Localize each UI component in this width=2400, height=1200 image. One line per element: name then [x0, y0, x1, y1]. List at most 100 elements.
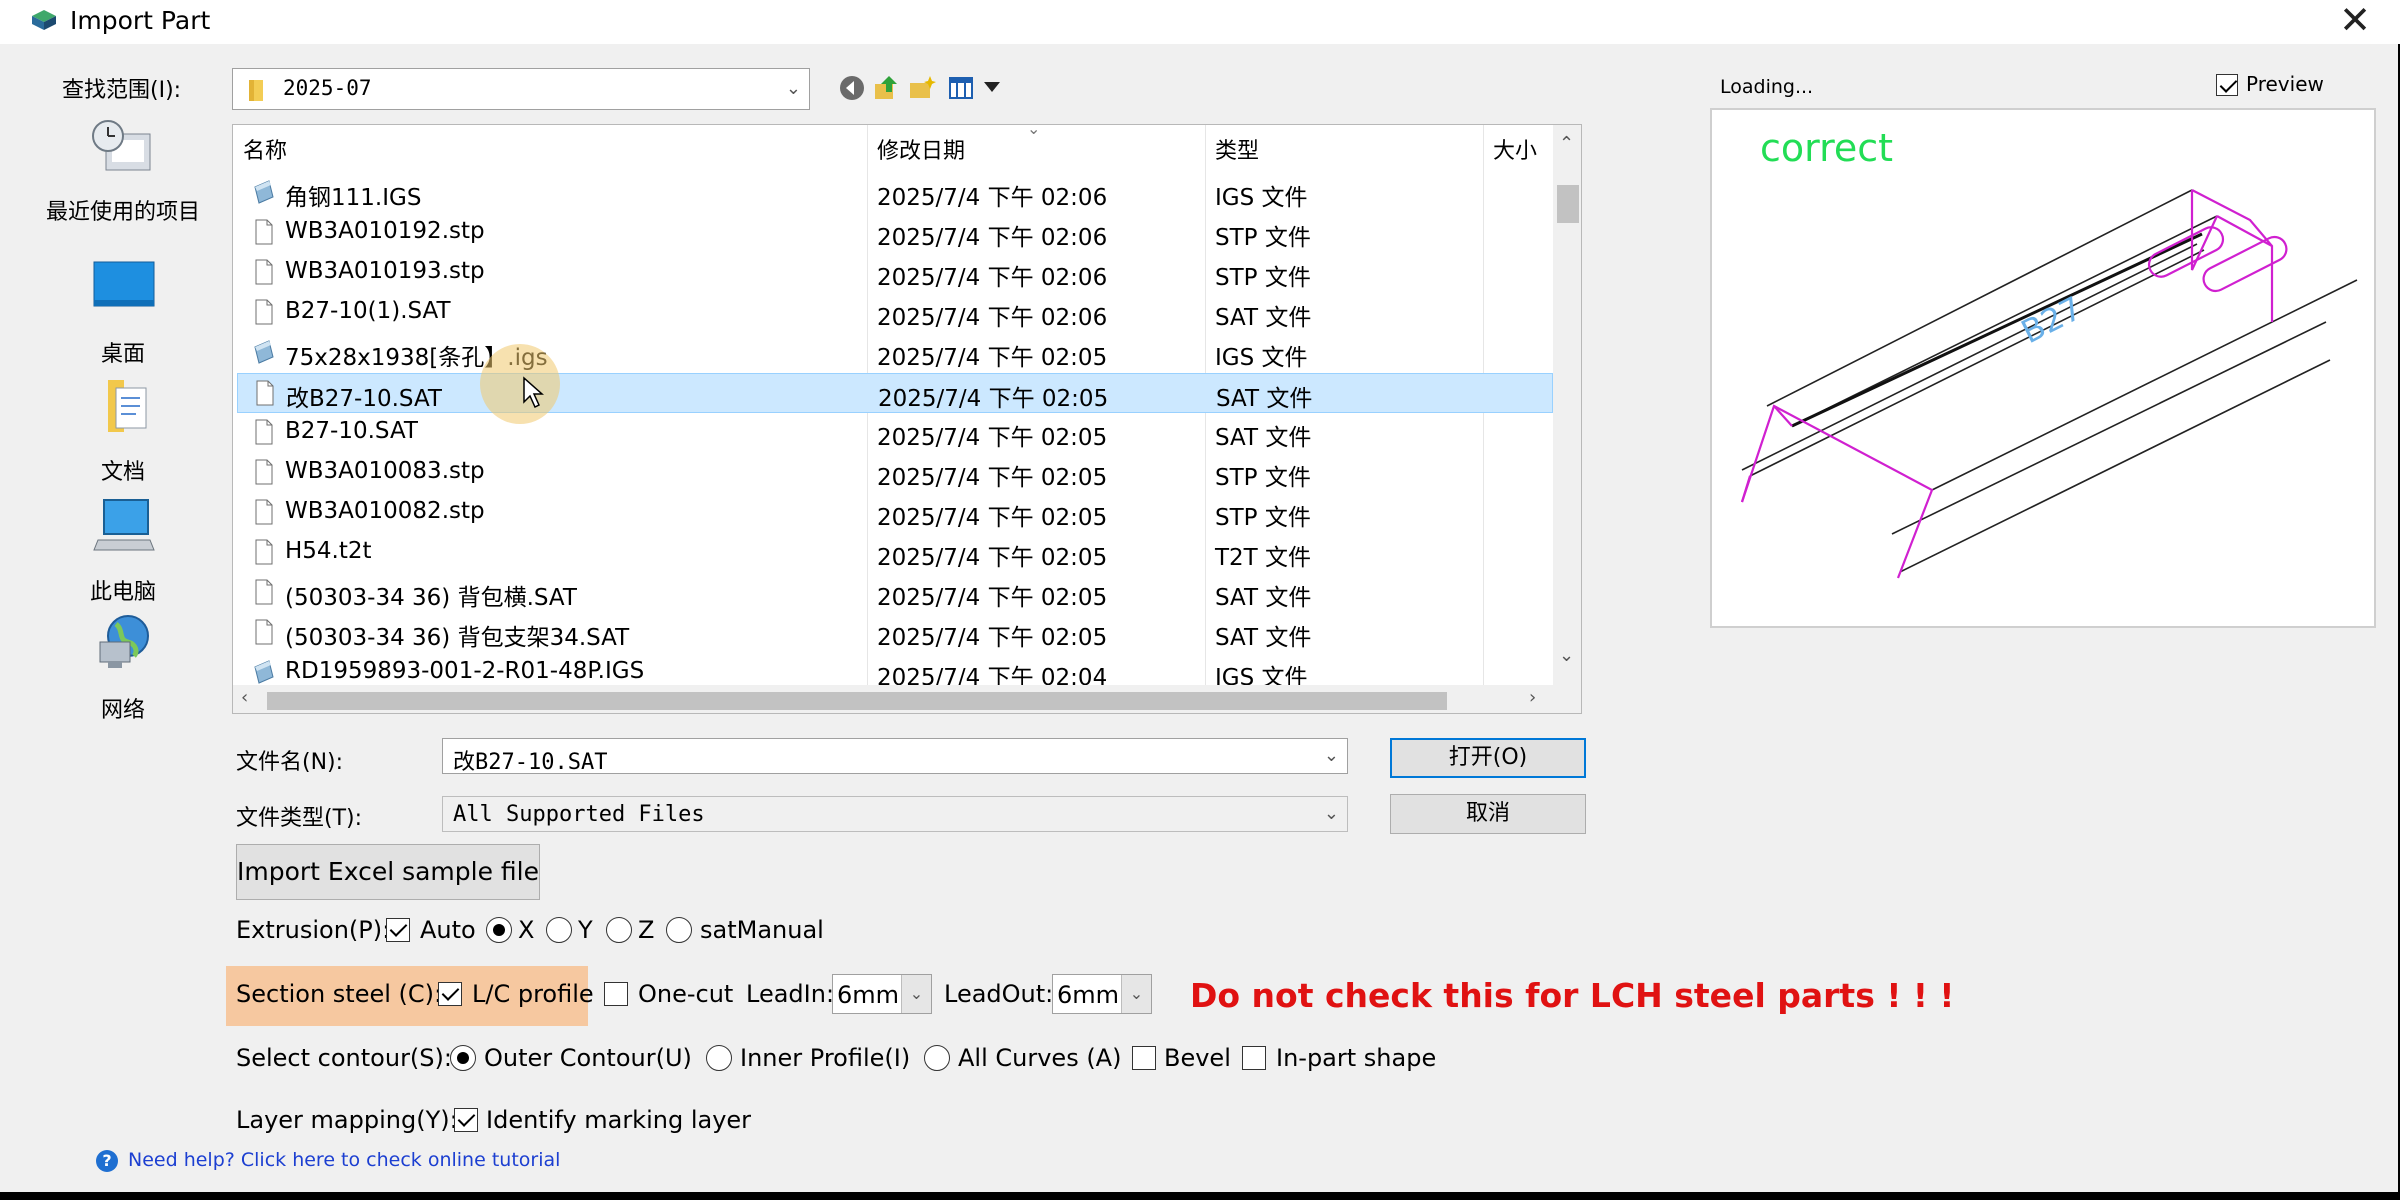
file-type: SAT 文件 — [1215, 585, 1312, 611]
file-row[interactable]: WB3A010082.stp 2025/7/4 下午 02:05 STP 文件 — [237, 493, 1553, 533]
warning-annotation: Do not check this for LCH steel parts ! … — [1190, 976, 1955, 1015]
this-pc-icon — [93, 499, 155, 551]
desktop-icon — [93, 261, 155, 307]
file-type: SAT 文件 — [1215, 625, 1312, 651]
outer-contour-label: Outer Contour(U) — [484, 1044, 692, 1072]
extrusion-satmanual-radio[interactable] — [666, 917, 692, 943]
place-label: 此电脑 — [89, 580, 156, 605]
file-modified-date: 2025/7/4 下午 02:06 — [877, 225, 1108, 251]
filetype-combo[interactable]: All Supported Files ⌄ — [442, 796, 1348, 832]
scroll-down-icon[interactable]: ⌄ — [1559, 645, 1574, 666]
caret-down-icon[interactable] — [984, 82, 1000, 94]
file-modified-date: 2025/7/4 下午 02:05 — [877, 545, 1108, 571]
column-header-type[interactable]: 类型 — [1215, 133, 1259, 165]
one-cut-label: One-cut — [638, 980, 734, 1008]
file-name: (50303-34 36) 背包支架34.SAT — [285, 625, 630, 651]
file-row[interactable]: B27-10.SAT 2025/7/4 下午 02:05 SAT 文件 — [237, 413, 1553, 453]
in-part-shape-checkbox[interactable] — [1242, 1046, 1266, 1070]
file-row[interactable]: 75x28x1938[条孔】.igs 2025/7/4 下午 02:05 IGS 文… — [237, 333, 1553, 373]
preview-checkbox[interactable] — [2216, 74, 2238, 96]
filename-combo[interactable]: 改B27-10.SAT ⌄ — [442, 738, 1348, 775]
scroll-left-icon[interactable]: ‹ — [241, 687, 248, 708]
one-cut-checkbox[interactable] — [604, 982, 628, 1006]
vertical-scroll-thumb[interactable] — [1557, 185, 1579, 223]
file-row[interactable]: WB3A010083.stp 2025/7/4 下午 02:05 STP 文件 — [237, 453, 1553, 493]
import-part-dialog: Import Part ✕ 查找范围(I): 2025-07 ⌄ 最近使用的项目… — [0, 0, 2400, 1192]
horizontal-scroll-thumb[interactable] — [267, 692, 1447, 710]
file-name: H54.t2t — [285, 538, 372, 564]
file-modified-date: 2025/7/4 下午 02:05 — [877, 505, 1108, 531]
vertical-scrollbar[interactable]: ⌃ ⌄ — [1553, 125, 1581, 685]
up-folder-icon[interactable] — [872, 74, 900, 102]
extrusion-x-radio[interactable] — [486, 917, 512, 943]
lc-profile-checkbox[interactable] — [438, 982, 462, 1006]
new-folder-icon[interactable] — [908, 74, 936, 102]
file-type: STP 文件 — [1215, 265, 1311, 291]
place-recent[interactable]: 最近使用的项目 — [18, 118, 228, 238]
scroll-right-icon[interactable]: › — [1529, 687, 1536, 708]
back-icon[interactable] — [838, 74, 866, 102]
chevron-down-icon[interactable]: ⌄ — [1121, 975, 1151, 1013]
scroll-up-icon[interactable]: ⌃ — [1559, 133, 1574, 154]
lookin-combo[interactable]: 2025-07 ⌄ — [232, 68, 810, 110]
leadout-combo[interactable]: 6mm ⌄ — [1052, 974, 1152, 1014]
filetype-label: 文件类型(T): — [236, 806, 363, 831]
file-row[interactable]: WB3A010193.stp 2025/7/4 下午 02:06 STP 文件 — [237, 253, 1553, 293]
igs-file-icon — [254, 660, 274, 684]
layer-mapping-label: Layer mapping(Y): — [236, 1106, 458, 1134]
filename-value: 改B27-10.SAT — [453, 750, 608, 775]
file-name: 改B27-10.SAT — [286, 386, 442, 412]
place-network[interactable]: 网络 — [18, 612, 228, 732]
open-button[interactable]: 打开(O) — [1390, 738, 1586, 778]
file-name: 角钢111.IGS — [285, 185, 422, 211]
view-menu-icon[interactable] — [948, 74, 976, 102]
close-icon[interactable]: ✕ — [2330, 0, 2380, 44]
file-row[interactable]: H54.t2t 2025/7/4 下午 02:05 T2T 文件 — [237, 533, 1553, 573]
file-row[interactable]: WB3A010192.stp 2025/7/4 下午 02:06 STP 文件 — [237, 213, 1553, 253]
file-type: SAT 文件 — [1215, 305, 1312, 331]
part-preview-drawing: B27 — [1740, 189, 2358, 579]
extrusion-x-label: X — [518, 916, 535, 944]
identify-marking-layer-label: Identify marking layer — [486, 1106, 752, 1134]
file-row[interactable]: 角钢111.IGS 2025/7/4 下午 02:06 IGS 文件 — [237, 173, 1553, 213]
file-row[interactable]: (50303-34 36) 背包横.SAT 2025/7/4 下午 02:05 SA… — [237, 573, 1553, 613]
mouse-pointer-icon — [523, 376, 544, 409]
all-curves-radio[interactable] — [924, 1045, 950, 1071]
extrusion-z-radio[interactable] — [606, 917, 632, 943]
column-header-size[interactable]: 大小 — [1493, 133, 1537, 165]
file-row[interactable]: 改B27-10.SAT 2025/7/4 下午 02:05 SAT 文件 — [237, 373, 1553, 413]
horizontal-scrollbar[interactable]: ‹ › — [233, 685, 1581, 713]
help-icon[interactable]: ? — [96, 1150, 118, 1172]
chevron-down-icon[interactable]: ⌄ — [901, 975, 931, 1013]
file-name: RD1959893-001-2-R01-48P.IGS — [285, 658, 645, 684]
file-name: WB3A010083.stp — [285, 458, 485, 484]
inner-profile-radio[interactable] — [706, 1045, 732, 1071]
cancel-button[interactable]: 取消 — [1390, 794, 1586, 834]
column-header-name[interactable]: 名称 — [243, 133, 287, 165]
column-header-date[interactable]: 修改日期 — [877, 133, 965, 165]
chevron-down-icon[interactable]: ⌄ — [786, 78, 801, 99]
bevel-checkbox[interactable] — [1132, 1046, 1156, 1070]
file-row[interactable]: (50303-34 36) 背包支架34.SAT 2025/7/4 下午 02:0… — [237, 613, 1553, 653]
import-excel-button[interactable]: Import Excel sample file — [236, 844, 540, 900]
place-documents[interactable]: 文档 — [18, 374, 228, 494]
file-row[interactable]: B27-10(1).SAT 2025/7/4 下午 02:06 SAT 文件 — [237, 293, 1553, 333]
file-icon — [255, 299, 273, 325]
file-modified-date: 2025/7/4 下午 02:05 — [877, 585, 1108, 611]
place-desktop[interactable]: 桌面 — [18, 256, 228, 376]
chevron-down-icon[interactable]: ⌄ — [1324, 745, 1339, 766]
nav-toolbar — [838, 70, 1008, 106]
file-list[interactable]: 名称 修改日期 类型 大小 ⌄ 角钢111.IGS 2025/7/4 下午 02:… — [232, 124, 1582, 714]
place-this-pc[interactable]: 此电脑 — [18, 494, 228, 614]
chevron-down-icon[interactable]: ⌄ — [1324, 803, 1339, 824]
extrusion-auto-checkbox[interactable] — [386, 918, 410, 942]
outer-contour-radio[interactable] — [450, 1045, 476, 1071]
extrusion-y-label: Y — [578, 916, 593, 944]
leadin-combo[interactable]: 6mm ⌄ — [832, 974, 932, 1014]
identify-marking-layer-checkbox[interactable] — [454, 1108, 478, 1132]
extrusion-y-radio[interactable] — [546, 917, 572, 943]
help-link[interactable]: Need help? Click here to check online tu… — [128, 1149, 560, 1171]
documents-icon — [108, 380, 147, 432]
inner-profile-label: Inner Profile(I) — [740, 1044, 911, 1072]
file-modified-date: 2025/7/4 下午 02:05 — [877, 625, 1108, 651]
